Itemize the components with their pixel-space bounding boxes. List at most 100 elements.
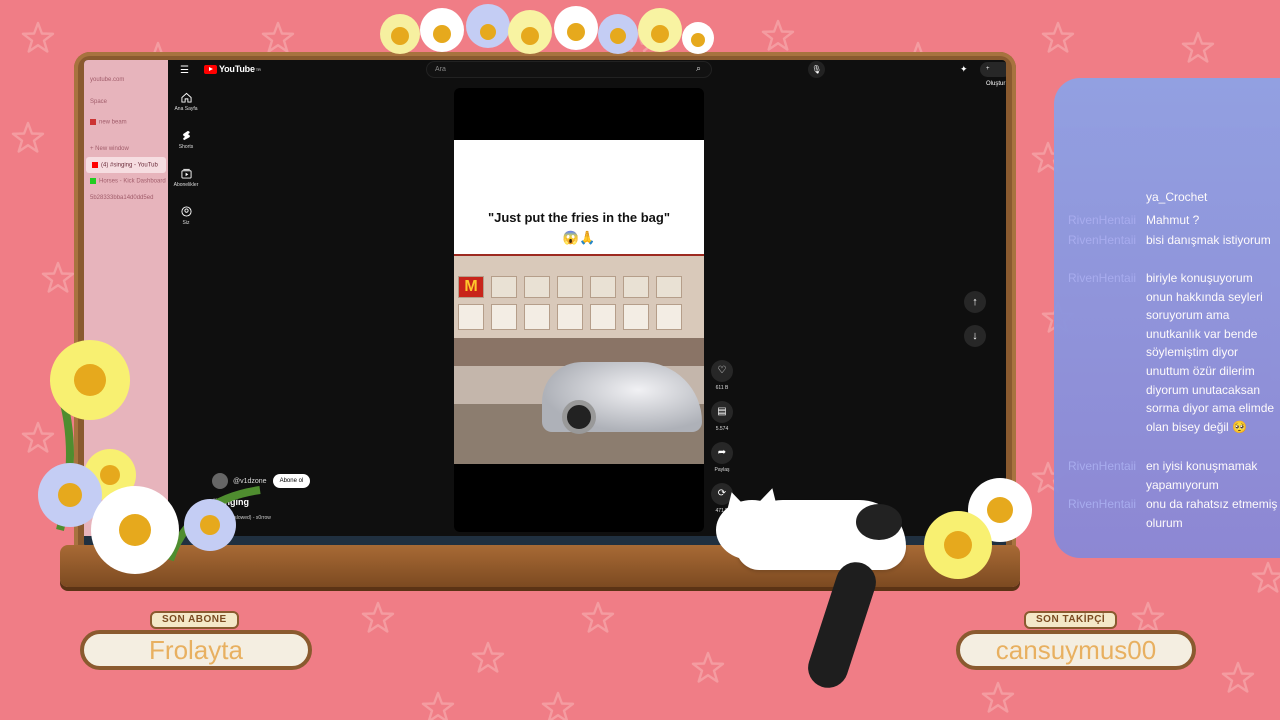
nav-shorts-label: Shorts (178, 144, 194, 150)
chat-text: onu da rahatsız etmemiş olurum (1146, 497, 1278, 530)
share-action[interactable]: ➦ Paylaş (708, 442, 736, 473)
tab-favicon (90, 119, 96, 125)
nav-subscriptions[interactable]: Abonelikler (168, 168, 204, 188)
car-wheel (562, 400, 596, 434)
comment-action[interactable]: ▤ 5.574 (708, 401, 736, 432)
daffodil-flowers-left-decoration (38, 340, 261, 574)
menu-board: M (454, 276, 704, 298)
star-decoration (981, 681, 1015, 713)
sidebar-item-new-window[interactable]: + New window (84, 141, 168, 157)
sidebar-item-youtube-tab[interactable]: (4) #singing - YouTub (86, 156, 166, 174)
sidebar-item-space[interactable]: Space (84, 94, 168, 110)
last-subscriber-title: SON ABONE (150, 611, 239, 629)
menu-panel (623, 304, 649, 330)
menu-panel (458, 304, 484, 330)
menu-panel (524, 304, 550, 330)
sidebar-item-new-beam[interactable]: new beam (84, 114, 168, 131)
chat-username: RivenHentaii (1068, 497, 1137, 511)
daffodil-flowers-right-decoration (924, 478, 1032, 579)
video-caption-emojis: 😱🙏 (562, 230, 596, 245)
star-decoration (1221, 661, 1255, 693)
you-icon (180, 206, 192, 217)
chat-username: RivenHentaii (1068, 233, 1137, 247)
next-short-arrow-down-icon[interactable]: ↓ (964, 325, 986, 347)
search-icon[interactable]: ⌕ (696, 63, 701, 74)
home-icon (180, 92, 192, 103)
share-icon[interactable]: ➦ (711, 442, 733, 464)
tab-label: (4) #singing - YouTub (101, 162, 158, 169)
like-action[interactable]: ♡ 611 B (708, 360, 736, 391)
chat-text: biriyle konuşuyorum onun hakkında seyler… (1146, 271, 1275, 434)
star-decoration (21, 21, 55, 53)
star-decoration (421, 691, 455, 720)
comment-count: 5.574 (715, 426, 729, 432)
shorts-icon (182, 130, 190, 141)
star-decoration (581, 601, 615, 633)
sidebar-item-hash-tab[interactable]: 5b28333bba14d0dd5ed (84, 190, 168, 206)
last-subscriber-name: Frolayta (80, 630, 312, 670)
menu-board-lower (454, 304, 704, 332)
youtube-favicon (92, 161, 98, 168)
chat-message: ya_Crochet (1068, 192, 1280, 206)
share-label: Paylaş (714, 467, 730, 473)
nav-you-label: Siz (182, 220, 190, 226)
last-follower-name: cansuymus00 (956, 630, 1196, 670)
like-count: 611 B (715, 385, 729, 391)
star-decoration (1041, 21, 1075, 53)
shorts-video-player[interactable]: "Just put the fries in the bag" 😱🙏 M (454, 88, 704, 532)
youtube-play-logo-icon (204, 64, 217, 74)
star-decoration (541, 691, 575, 720)
video-caption: "Just put the fries in the bag" (487, 210, 671, 225)
create-button[interactable]: + Oluştur (980, 62, 1006, 87)
sidebar-item-url[interactable]: youtube.com (84, 72, 168, 88)
chat-username: RivenHentaii (1068, 459, 1137, 473)
menu-panel (623, 276, 649, 298)
menu-panel (590, 276, 616, 298)
youtube-topbar: ☰ YouTube TR Ara ⌕ 🎙 ✦ + Oluştur 🔔4 (168, 60, 1006, 87)
star-decoration (761, 19, 795, 51)
star-decoration (1251, 561, 1280, 593)
comment-icon[interactable]: ▤ (711, 401, 733, 423)
menu-panel (590, 304, 616, 330)
cat-spot (856, 504, 902, 540)
microphone-icon[interactable]: 🎙 (808, 61, 825, 78)
menu-panel (656, 276, 682, 298)
tab-label: new beam (99, 119, 127, 126)
star-decoration (361, 601, 395, 633)
nav-home[interactable]: Ana Sayfa (168, 92, 204, 112)
tab-label: Horses - Kick Dashboard (99, 178, 166, 185)
hamburger-menu-icon[interactable]: ☰ (180, 65, 189, 76)
menu-panel (491, 304, 517, 330)
video-scene: M (454, 254, 704, 464)
nav-shorts[interactable]: Shorts (168, 130, 204, 150)
kick-favicon (90, 178, 96, 185)
star-decoration (691, 651, 725, 683)
menu-panel (524, 276, 550, 298)
cast-icon[interactable]: ✦ (960, 64, 968, 75)
menu-panel (557, 304, 583, 330)
previous-short-arrow-up-icon[interactable]: ↑ (964, 291, 986, 313)
subscriptions-icon (180, 168, 192, 179)
sidebar-item-kick-tab[interactable]: Horses - Kick Dashboard (84, 173, 168, 190)
stream-chat-panel: ya_Crochet RivenHentaii Mahmut ? RivenHe… (1054, 78, 1280, 558)
chat-text: bisi danışmak istiyorum (1146, 233, 1271, 247)
mcdonalds-logo: M (458, 276, 484, 298)
chat-username: RivenHentaii (1068, 271, 1137, 285)
shorts-navigation: ↑ ↓ (964, 291, 986, 359)
daffodil-flowers-top-decoration (380, 4, 714, 54)
logo-region: TR (255, 66, 261, 72)
star-decoration (1181, 31, 1215, 63)
menu-panel (491, 276, 517, 298)
star-decoration (261, 21, 295, 53)
youtube-logo[interactable]: YouTube TR (204, 64, 261, 74)
chat-username: RivenHentaii (1068, 213, 1137, 227)
nav-you[interactable]: Siz (168, 206, 204, 226)
like-icon[interactable]: ♡ (711, 360, 733, 382)
last-follower-title: SON TAKİPÇİ (1024, 611, 1118, 629)
logo-text: YouTube (219, 64, 255, 74)
star-decoration (471, 641, 505, 673)
nav-home-label: Ana Sayfa (174, 106, 198, 112)
search-input[interactable]: Ara (426, 61, 712, 78)
chat-text: Mahmut ? (1146, 213, 1200, 227)
star-decoration (11, 121, 45, 153)
